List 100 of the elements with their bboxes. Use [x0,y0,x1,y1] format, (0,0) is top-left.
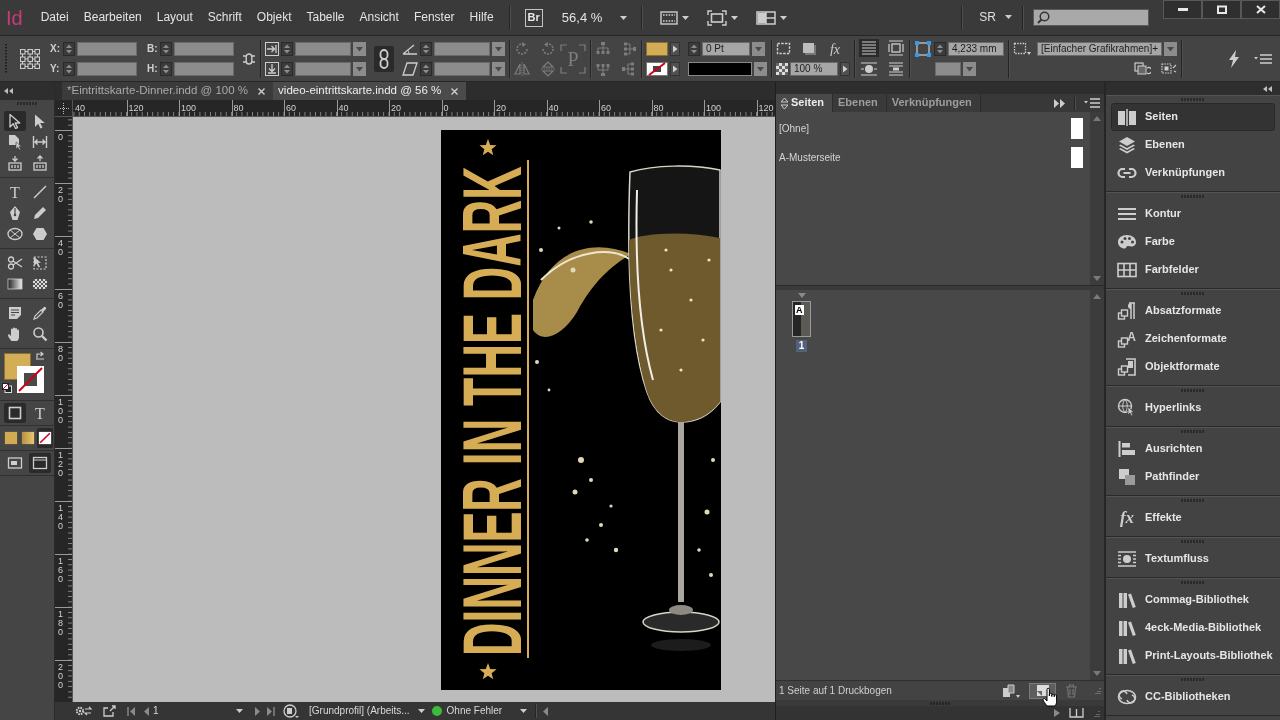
spinner-arrows-icon[interactable] [160,61,172,76]
spinner-arrows-icon[interactable] [420,41,432,56]
menu-item[interactable]: Datei [40,10,69,25]
spinner-arrows-icon[interactable] [688,41,700,56]
hierarchy-up-icon[interactable] [595,40,611,57]
panel-button[interactable]: Objektformate [1111,353,1275,381]
master-thumbnail[interactable] [1071,118,1083,139]
y-position-field[interactable] [77,61,137,76]
scroll-up-arrow-icon[interactable] [1093,116,1101,121]
caret-icon[interactable] [731,15,739,20]
scroll-left-arrow-icon[interactable] [542,706,549,716]
document-tab[interactable]: video-eintrittskarte.indd @ 56 % [273,82,467,100]
spinner-arrows-icon[interactable] [934,41,946,56]
menu-item[interactable]: Objekt [256,10,292,25]
panel-button[interactable]: Print-Layouts-Bibliothek [1111,642,1275,670]
checker-icon[interactable] [776,62,788,75]
page-number-dropdown[interactable]: 1 [153,705,243,717]
selection-tool[interactable] [4,111,26,131]
shear-angle-field[interactable] [434,61,490,76]
page-number[interactable]: 1 [795,340,808,352]
spinner-arrows-icon[interactable] [281,61,293,76]
spinner-arrows-icon[interactable] [281,41,293,56]
document-tab[interactable]: *Eintrittskarte-Dinner.indd @ 100 % [62,82,274,100]
stroke-swatch-icon[interactable] [646,61,668,76]
panel-menu-icon[interactable] [1254,52,1272,65]
panel-button[interactable]: Ausrichten [1111,435,1275,463]
framed-square-icon[interactable] [887,39,905,57]
spinner-arrows-icon[interactable] [160,41,172,56]
opacity-field[interactable]: 100 % [790,61,838,76]
angle-icon[interactable] [402,42,418,55]
zoom-level-dropdown[interactable]: 56,4 % [561,9,628,26]
master-name[interactable]: A-Musterseite [779,151,841,164]
caret-icon[interactable] [682,15,690,20]
frame-shape-field[interactable] [935,61,961,76]
fill-swatch-icon[interactable] [646,41,668,56]
container-format-button[interactable] [4,403,26,423]
close-icon[interactable] [451,87,459,95]
minimize-button[interactable] [1163,0,1202,19]
resize-grip-icon[interactable] [1094,687,1101,694]
profile-dropdown[interactable]: [Grundprofil] (Arbeits... [309,705,425,717]
dotted-square-icon[interactable] [1161,62,1177,75]
close-button[interactable] [1241,0,1280,19]
stroke-weight-field[interactable]: 0 Pt [702,41,750,56]
circle-between-lines-icon[interactable] [859,60,879,78]
flip-vertical-icon[interactable] [540,60,556,77]
stacked-squares-icon[interactable] [1134,62,1151,75]
frame-corners-icon[interactable] [707,9,728,26]
lightning-icon[interactable] [1228,49,1240,68]
resize-grip-icon[interactable] [1093,709,1100,717]
menu-item[interactable]: Layout [156,10,193,25]
menu-item[interactable]: Hilfe [469,10,494,25]
arrow-down-bar-icon[interactable] [265,61,279,76]
previous-page-icon[interactable] [143,706,149,716]
menu-item[interactable]: Fenster [413,10,455,25]
panel-button[interactable]: Farbfelder [1111,256,1275,284]
scale-y-field[interactable] [295,61,351,76]
menu-item[interactable]: Ansicht [359,10,399,25]
view-mode-button[interactable] [29,453,51,473]
scroll-down-arrow-icon[interactable] [1093,276,1101,281]
page-thumbnail[interactable]: A [792,301,811,337]
panel-button[interactable]: CC-Bibliotheken [1111,683,1275,711]
panel-button[interactable]: Absatzformate [1111,297,1275,325]
panel-button[interactable]: Hyperlinks [1111,394,1275,422]
collapse-arrows-icon[interactable] [1263,85,1272,92]
small-swatches-icon[interactable] [2,383,12,393]
spinner-arrows-icon[interactable] [63,61,75,76]
menu-item[interactable]: Tabelle [306,10,345,25]
spread-icon[interactable] [1069,708,1084,718]
master-thumbnail[interactable] [1071,147,1083,168]
ruler-corner[interactable] [55,100,73,117]
panel-button[interactable]: A Zeichenformate [1111,325,1275,353]
panel-button[interactable]: Kontur [1111,200,1275,228]
rotate-counterclockwise-icon[interactable] [540,40,556,57]
height-field[interactable] [174,61,234,76]
preflight-dropdown[interactable]: Ohne Fehler [446,705,528,717]
stroke-swatch-icon[interactable] [17,366,44,393]
export-icon[interactable] [103,705,116,717]
film-strip-icon[interactable] [660,10,679,25]
reference-point-icon[interactable] [20,48,40,69]
panel-button[interactable]: Verknüpfungen [1111,159,1275,187]
size-field[interactable]: 4,233 mm [948,41,1004,56]
scale-x-field[interactable] [295,41,351,56]
dashed-square-icon[interactable] [776,41,792,56]
split-layout-icon[interactable] [756,10,777,25]
dotted-frame-icon[interactable] [1013,41,1031,56]
panel-button[interactable]: Seiten [1111,103,1275,131]
bridge-button[interactable]: Br [524,8,543,27]
menu-item[interactable]: Schrift [207,10,242,25]
menu-item[interactable]: Bearbeiten [83,10,142,25]
search-field[interactable] [1033,9,1149,26]
gear-arrows-icon[interactable] [75,705,93,717]
panel-button[interactable]: Commag-Bibliothek [1111,586,1275,614]
next-page-icon[interactable] [255,706,261,716]
scrollbar-track[interactable] [1090,290,1104,680]
object-style-field[interactable]: [Einfacher Grafikrahmen]+ [1037,41,1162,56]
triangle-right-icon[interactable] [1054,709,1060,717]
parallelogram-icon[interactable] [402,61,418,76]
arrow-to-bar-icon[interactable] [265,41,279,56]
square-handles-icon[interactable] [914,39,932,58]
chain-bracket-icon[interactable] [242,52,256,65]
